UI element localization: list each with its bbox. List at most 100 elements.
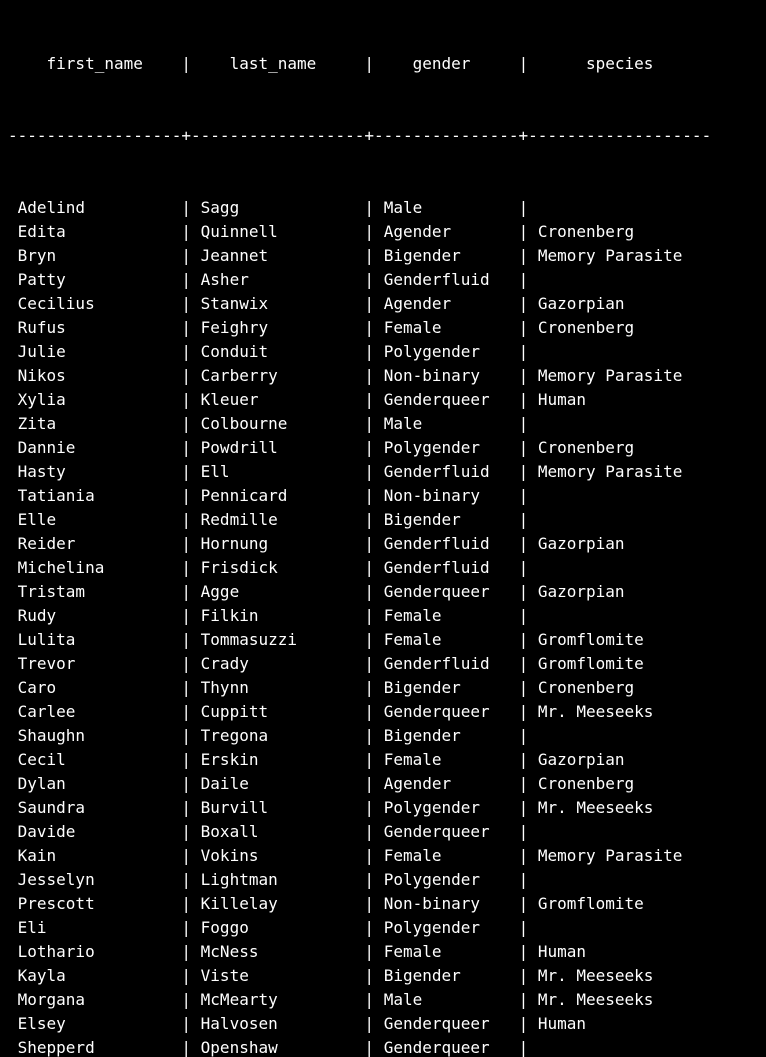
column-separator: |: [364, 652, 374, 676]
table-cell: Hornung: [191, 532, 364, 556]
column-separator: |: [519, 892, 529, 916]
column-separator: |: [181, 628, 191, 652]
column-separator: |: [519, 388, 529, 412]
table-cell: Patty: [8, 268, 181, 292]
column-separator: |: [519, 1036, 529, 1057]
table-cell: Powdrill: [191, 436, 364, 460]
column-separator: |: [181, 700, 191, 724]
table-cell: Cecilius: [8, 292, 181, 316]
table-cell: Polygender: [374, 796, 519, 820]
table-cell: Asher: [191, 268, 364, 292]
table-cell: Carberry: [191, 364, 364, 388]
table-body: Adelind | Sagg | Male | Edita | Quinnell…: [8, 196, 758, 1057]
table-row: Adelind | Sagg | Male |: [8, 196, 758, 220]
column-separator: |: [181, 580, 191, 604]
table-row: Morgana | McMearty | Male | Mr. Meeseeks: [8, 988, 758, 1012]
table-cell: [528, 268, 711, 292]
table-cell: Genderqueer: [374, 1012, 519, 1036]
column-separator: |: [181, 676, 191, 700]
table-cell: Gazorpian: [528, 292, 711, 316]
table-cell: Openshaw: [191, 1036, 364, 1057]
table-cell: Burvill: [191, 796, 364, 820]
column-separator: |: [519, 916, 529, 940]
table-cell: Tatiania: [8, 484, 181, 508]
table-cell: Nikos: [8, 364, 181, 388]
column-separator: |: [364, 220, 374, 244]
table-row: Elsey | Halvosen | Genderqueer | Human: [8, 1012, 758, 1036]
table-cell: Cronenberg: [528, 772, 711, 796]
table-row: Kain | Vokins | Female | Memory Parasite: [8, 844, 758, 868]
table-row: Nikos | Carberry | Non-binary | Memory P…: [8, 364, 758, 388]
table-row: Tristam | Agge | Genderqueer | Gazorpian: [8, 580, 758, 604]
table-row: Lothario | McNess | Female | Human: [8, 940, 758, 964]
table-cell: Rudy: [8, 604, 181, 628]
table-cell: Agender: [374, 772, 519, 796]
column-separator: |: [181, 844, 191, 868]
column-separator: |: [181, 484, 191, 508]
table-row: Reider | Hornung | Genderfluid | Gazorpi…: [8, 532, 758, 556]
table-row: Tatiania | Pennicard | Non-binary |: [8, 484, 758, 508]
table-cell: Gromflomite: [528, 652, 711, 676]
column-separator: |: [519, 412, 529, 436]
table-cell: [528, 484, 711, 508]
table-cell: Trevor: [8, 652, 181, 676]
column-separator: |: [181, 388, 191, 412]
table-cell: [528, 1036, 711, 1057]
column-separator: |: [364, 916, 374, 940]
table-cell: Genderqueer: [374, 700, 519, 724]
table-cell: Shaughn: [8, 724, 181, 748]
table-cell: Rufus: [8, 316, 181, 340]
table-cell: McNess: [191, 940, 364, 964]
column-separator: |: [181, 412, 191, 436]
table-cell: Mr. Meeseeks: [528, 964, 711, 988]
column-separator: |: [519, 580, 529, 604]
table-cell: Mr. Meeseeks: [528, 796, 711, 820]
column-separator: |: [519, 460, 529, 484]
table-cell: Female: [374, 628, 519, 652]
table-header-row: first_name | last_name | gender | specie…: [8, 52, 758, 76]
column-separator: |: [519, 868, 529, 892]
table-cell: Julie: [8, 340, 181, 364]
table-cell: Gromflomite: [528, 628, 711, 652]
column-separator: |: [181, 964, 191, 988]
table-cell: Agge: [191, 580, 364, 604]
column-separator: |: [519, 724, 529, 748]
column-separator: |: [519, 244, 529, 268]
table-cell: Genderqueer: [374, 820, 519, 844]
table-row: Caro | Thynn | Bigender | Cronenberg: [8, 676, 758, 700]
table-cell: [528, 868, 711, 892]
table-cell: Vokins: [191, 844, 364, 868]
column-separator: |: [364, 196, 374, 220]
column-separator: |: [181, 52, 191, 76]
column-separator: |: [181, 748, 191, 772]
column-separator: |: [364, 268, 374, 292]
column-separator: |: [181, 364, 191, 388]
table-cell: Killelay: [191, 892, 364, 916]
table-cell: [528, 508, 711, 532]
column-separator: |: [519, 556, 529, 580]
table-cell: Memory Parasite: [528, 844, 711, 868]
table-cell: Quinnell: [191, 220, 364, 244]
column-separator: |: [364, 436, 374, 460]
table-cell: Polygender: [374, 436, 519, 460]
table-cell: Foggo: [191, 916, 364, 940]
table-cell: Male: [374, 196, 519, 220]
column-separator: |: [519, 844, 529, 868]
table-cell: Filkin: [191, 604, 364, 628]
column-separator: |: [364, 772, 374, 796]
column-separator: |: [519, 628, 529, 652]
table-cell: Saundra: [8, 796, 181, 820]
table-cell: Genderqueer: [374, 580, 519, 604]
table-cell: Cecil: [8, 748, 181, 772]
table-cell: Lightman: [191, 868, 364, 892]
column-separator: |: [181, 268, 191, 292]
table-cell: Mr. Meeseeks: [528, 700, 711, 724]
column-separator: |: [364, 748, 374, 772]
table-cell: Xylia: [8, 388, 181, 412]
table-cell: Cronenberg: [528, 436, 711, 460]
table-cell: Tommasuzzi: [191, 628, 364, 652]
column-separator: |: [181, 916, 191, 940]
table-cell: [528, 556, 711, 580]
table-cell: Kain: [8, 844, 181, 868]
table-cell: Prescott: [8, 892, 181, 916]
